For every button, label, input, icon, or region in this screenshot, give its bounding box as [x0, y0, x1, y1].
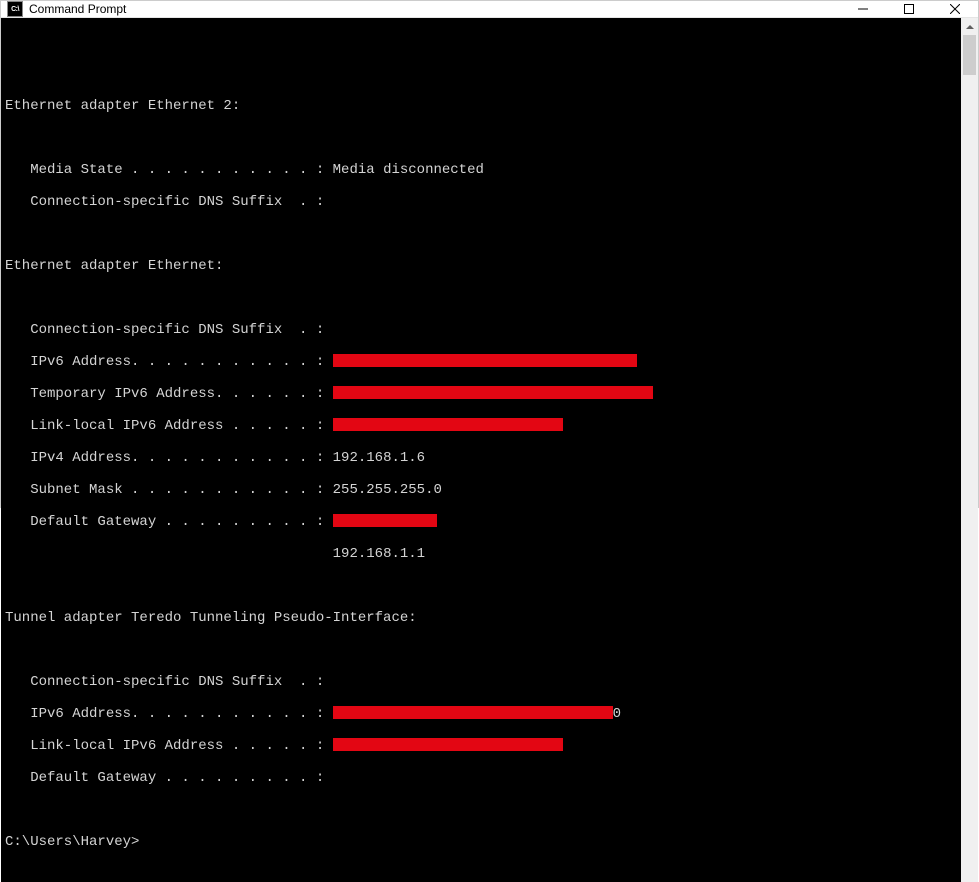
- subnet-value: 255.255.255.0: [333, 482, 442, 498]
- dns-suffix-line: Connection-specific DNS Suffix . :: [5, 674, 957, 690]
- prompt-line: C:\Users\Harvey>: [5, 834, 957, 850]
- ipv6-trail: 0: [613, 706, 621, 722]
- ipv6-label: IPv6 Address. . . . . . . . . . . :: [5, 354, 333, 370]
- maximize-button[interactable]: [886, 1, 932, 17]
- link-local-label: Link-local IPv6 Address . . . . . :: [5, 738, 333, 754]
- media-state-line: Media State . . . . . . . . . . . : Medi…: [5, 162, 957, 178]
- content-wrapper: Ethernet adapter Ethernet 2: Media State…: [1, 18, 978, 882]
- titlebar[interactable]: C:\ Command Prompt: [1, 1, 978, 18]
- gateway-label: Default Gateway . . . . . . . . . :: [5, 514, 333, 530]
- media-state-value: Media disconnected: [333, 162, 484, 178]
- dns-suffix-line: Connection-specific DNS Suffix . :: [5, 194, 957, 210]
- ipv4-label: IPv4 Address. . . . . . . . . . . :: [5, 450, 333, 466]
- temp-ipv6-label: Temporary IPv6 Address. . . . . . :: [5, 386, 333, 402]
- subnet-mask-line: Subnet Mask . . . . . . . . . . . : 255.…: [5, 482, 957, 498]
- app-icon: C:\: [7, 1, 23, 17]
- redacted-value: [333, 418, 563, 431]
- adapter-header: Ethernet adapter Ethernet 2:: [5, 98, 957, 114]
- link-local-label: Link-local IPv6 Address . . . . . :: [5, 418, 333, 434]
- command-prompt-window: C:\ Command Prompt Ethernet adapter Ethe…: [0, 0, 979, 508]
- terminal-output[interactable]: Ethernet adapter Ethernet 2: Media State…: [1, 18, 961, 882]
- gateway-value-line: 192.168.1.1: [5, 546, 957, 562]
- link-local-line: Link-local IPv6 Address . . . . . :: [5, 738, 957, 754]
- redacted-value: [333, 706, 613, 719]
- minimize-button[interactable]: [840, 1, 886, 17]
- dns-suffix-line: Connection-specific DNS Suffix . :: [5, 322, 957, 338]
- adapter-header: Ethernet adapter Ethernet:: [5, 258, 957, 274]
- gateway-value: 192.168.1.1: [333, 546, 425, 562]
- redacted-value: [333, 514, 437, 527]
- close-button[interactable]: [932, 1, 978, 17]
- adapter-header: Tunnel adapter Teredo Tunneling Pseudo-I…: [5, 610, 957, 626]
- gateway-line: Default Gateway . . . . . . . . . :: [5, 770, 957, 786]
- redacted-value: [333, 354, 637, 367]
- subnet-label: Subnet Mask . . . . . . . . . . . :: [5, 482, 333, 498]
- redacted-value: [333, 738, 563, 751]
- scroll-up-arrow[interactable]: [961, 18, 978, 35]
- ipv6-label: IPv6 Address. . . . . . . . . . . :: [5, 706, 333, 722]
- temp-ipv6-line: Temporary IPv6 Address. . . . . . :: [5, 386, 957, 402]
- gateway-line: Default Gateway . . . . . . . . . :: [5, 514, 957, 530]
- ipv6-address-line: IPv6 Address. . . . . . . . . . . :: [5, 354, 957, 370]
- redacted-value: [333, 386, 653, 399]
- ipv6-address-line: IPv6 Address. . . . . . . . . . . : 0: [5, 706, 957, 722]
- window-controls: [840, 1, 978, 17]
- ipv4-address-line: IPv4 Address. . . . . . . . . . . : 192.…: [5, 450, 957, 466]
- media-state-label: Media State . . . . . . . . . . . :: [5, 162, 333, 178]
- window-title: Command Prompt: [29, 2, 840, 16]
- vertical-scrollbar[interactable]: [961, 18, 978, 882]
- ipv4-value: 192.168.1.6: [333, 450, 425, 466]
- scroll-thumb[interactable]: [963, 35, 976, 75]
- link-local-line: Link-local IPv6 Address . . . . . :: [5, 418, 957, 434]
- indent: [5, 546, 333, 562]
